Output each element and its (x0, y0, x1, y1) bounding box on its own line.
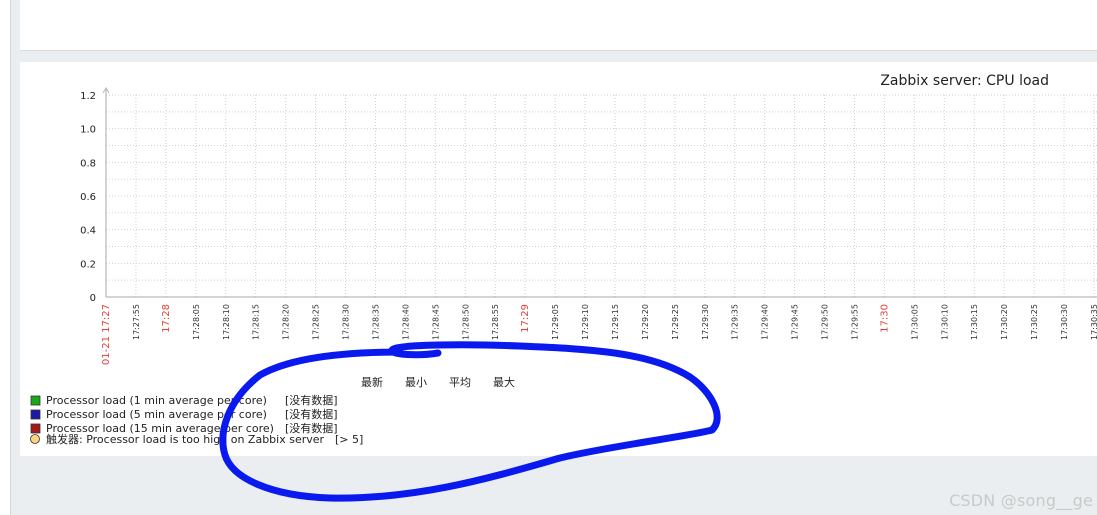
cpu-load-chart: Zabbix server: CPU load 0 0.2 0.4 0.6 0.8 1.0… (30, 73, 1097, 446)
x-tick-label: 01-21 17:27 (101, 304, 112, 365)
legend-series-status: [没有数据] (285, 393, 338, 407)
x-tick-label: 17:28:25 (312, 304, 321, 340)
y-tick-label: 0 (90, 293, 96, 304)
y-tick-label: 1.2 (80, 91, 96, 102)
top-panel (20, 0, 1097, 51)
trigger-value: [> 5] (335, 433, 363, 446)
x-tick-label: 17:29:10 (581, 304, 590, 340)
legend-header: 最大 (493, 375, 515, 389)
graph-panel: Zabbix server: CPU load 0 0.2 0.4 0.6 0.8 1.0… (20, 62, 1097, 456)
x-tick-label: 17:28:15 (252, 304, 261, 340)
chart-title: Zabbix server: CPU load (880, 73, 1049, 89)
left-strip (0, 0, 10, 515)
legend-swatch (30, 395, 41, 406)
left-divider (10, 0, 11, 515)
x-tick-label: 17:28:30 (342, 304, 351, 340)
x-tick-label: 17:28:55 (491, 304, 500, 340)
x-tick-label: 17:28:05 (192, 304, 201, 340)
x-tick-label: 17:30 (879, 304, 890, 333)
x-tick-label: 17:28:45 (431, 304, 440, 340)
x-tick-label: 17:29:55 (850, 304, 859, 340)
legend-header: 平均 (449, 376, 471, 389)
x-tick-label: 17:30:35 (1090, 304, 1097, 340)
x-tick-label: 17:28:40 (401, 304, 410, 340)
legend-swatch (30, 423, 41, 434)
x-tick-label: 17:28 (161, 304, 172, 333)
x-tick-label: 17:29:35 (731, 304, 740, 340)
x-tick-label: 17:30:20 (1000, 304, 1009, 340)
x-tick-label: 17:29:30 (701, 304, 710, 340)
x-tick-label: 17:29:45 (791, 304, 800, 340)
legend: 最新 最小 平均 最大 Processor load (1 min average pe… (30, 375, 515, 446)
x-tick-label: 17:30:30 (1060, 304, 1069, 340)
legend-swatch (30, 409, 41, 420)
x-tick-label: 17:28:10 (222, 304, 231, 340)
x-tick-labels: 01-21 17:27 17:27:55 17:28 17:28:05 17:28:10… (101, 304, 1097, 365)
trigger-label: 触发器: Processor load is too high on Zabbi… (46, 432, 325, 446)
legend-header: 最小 (405, 376, 427, 389)
x-tick-label: 17:30:15 (970, 304, 979, 340)
x-tick-label: 17:28:35 (371, 304, 380, 340)
y-tick-label: 1.0 (80, 125, 96, 136)
legend-series-name: Processor load (5 min average per core) (46, 408, 267, 421)
y-tick-label: 0.2 (80, 259, 96, 270)
x-tick-label: 17:29:25 (671, 304, 680, 340)
x-tick-label: 17:30:25 (1030, 304, 1039, 340)
legend-series-name: Processor load (1 min average per core) (46, 394, 267, 407)
grid (102, 87, 1097, 298)
x-tick-label: 17:29 (520, 304, 531, 333)
y-tick-labels: 0 0.2 0.4 0.6 0.8 1.0 1.2 (80, 91, 96, 304)
x-tick-label: 17:28:50 (461, 304, 470, 340)
y-tick-label: 0.6 (80, 192, 96, 203)
x-tick-label: 17:29:05 (551, 304, 560, 340)
legend-series-status: [没有数据] (285, 407, 338, 421)
y-tick-label: 0.4 (80, 226, 96, 237)
x-tick-label: 17:29:20 (641, 304, 650, 340)
x-tick-label: 17:30:10 (940, 304, 949, 340)
x-tick-label: 17:27:55 (132, 304, 141, 340)
y-tick-label: 0.8 (80, 158, 96, 169)
x-tick-label: 17:28:20 (282, 304, 291, 340)
x-tick-label: 17:30:05 (910, 304, 919, 340)
watermark: CSDN @song__ge (949, 491, 1093, 510)
x-tick-label: 17:29:15 (611, 304, 620, 340)
legend-header: 最新 (361, 375, 383, 389)
x-tick-label: 17:29:40 (761, 304, 770, 340)
trigger-icon (30, 434, 40, 444)
x-tick-label: 17:29:50 (821, 304, 830, 340)
